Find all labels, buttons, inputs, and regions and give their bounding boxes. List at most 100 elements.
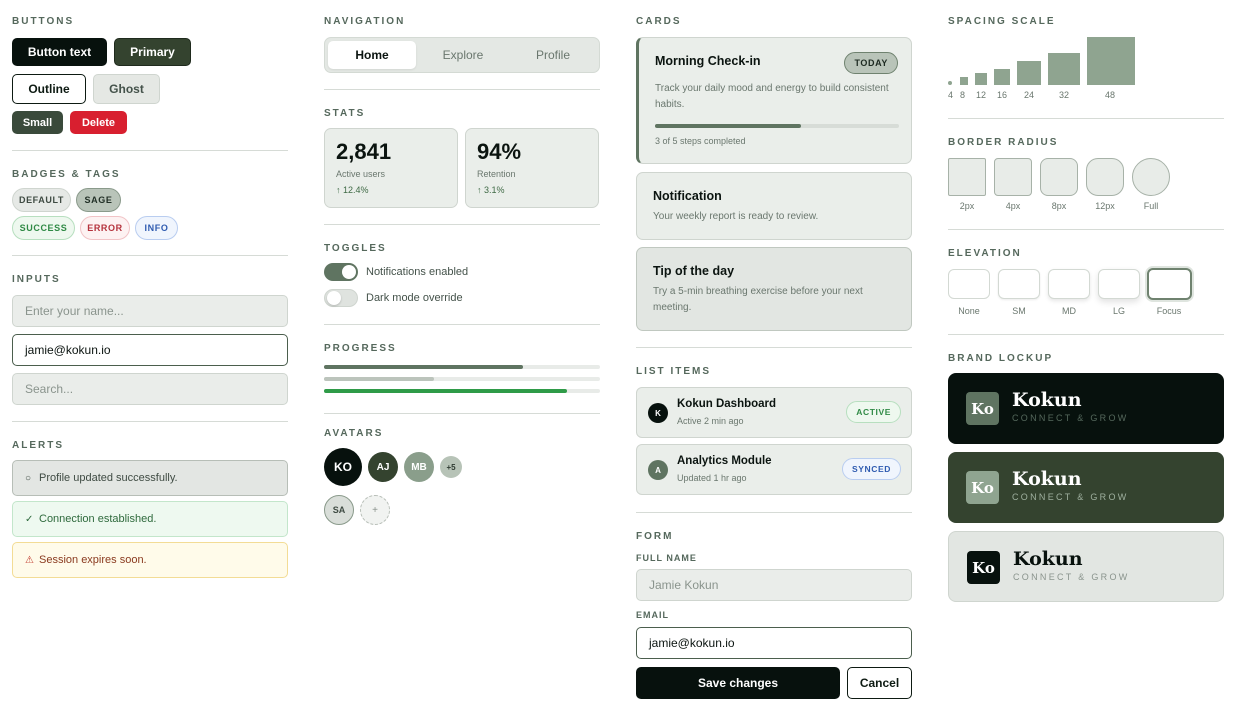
badge-sage: SAGE — [76, 188, 121, 212]
spacing-swatch — [948, 81, 952, 85]
notifications-toggle[interactable] — [324, 263, 358, 281]
avatar-overflow-count[interactable]: +5 — [440, 456, 462, 478]
brand-name: Kokun — [1012, 468, 1082, 490]
spacing-label: 4 — [948, 90, 954, 100]
brand-mark: Ko — [967, 551, 1000, 584]
list-item-title: Analytics Module — [677, 455, 772, 467]
progress-fill — [655, 124, 802, 128]
avatar[interactable]: KO — [324, 448, 362, 486]
notification-card[interactable]: Notification Your weekly report is ready… — [636, 172, 912, 240]
radius-swatch — [1040, 158, 1078, 196]
divider — [12, 421, 288, 422]
cancel-button[interactable]: Cancel — [847, 667, 912, 699]
section-title-navigation: NAVIGATION — [324, 16, 406, 27]
alert-text: Connection established. — [39, 513, 157, 525]
today-badge: TODAY — [844, 52, 898, 74]
toggle-label: Notifications enabled — [366, 266, 469, 278]
radius-swatch — [948, 158, 986, 196]
check-icon: ✓ — [25, 513, 34, 525]
radius-label: 8px — [1051, 201, 1067, 211]
email-input[interactable]: jamie@kokun.io — [12, 334, 288, 366]
divider — [636, 512, 912, 513]
spacing-swatch — [1017, 61, 1041, 85]
card-body: Your weekly report is ready to review. — [653, 211, 819, 222]
stat-label: Retention — [477, 169, 516, 179]
tip-card[interactable]: Tip of the day Try a 5-min breathing exe… — [636, 247, 912, 331]
avatar[interactable]: SA — [324, 495, 354, 525]
radius-label: 12px — [1095, 201, 1115, 211]
primary-button[interactable]: Primary — [114, 38, 191, 66]
elevation-label: SM — [1012, 306, 1026, 316]
list-item-avatar: K — [648, 403, 668, 423]
list-item-title: Kokun Dashboard — [677, 398, 777, 410]
section-title-inputs: INPUTS — [12, 274, 61, 285]
list-item-subtitle: Updated 1 hr ago — [677, 473, 747, 483]
radius-swatch — [994, 158, 1032, 196]
divider — [324, 324, 600, 325]
spacing-label: 48 — [1105, 90, 1116, 100]
elevation-swatch-focus — [1147, 268, 1192, 300]
spacing-label: 8 — [960, 90, 966, 100]
spacing-label: 16 — [997, 90, 1008, 100]
divider — [12, 150, 288, 151]
ghost-button[interactable]: Ghost — [93, 74, 160, 104]
email-label: EMAIL — [636, 610, 669, 620]
full-name-input[interactable]: Jamie Kokun — [636, 569, 912, 601]
section-title-list-items: LIST ITEMS — [636, 366, 711, 377]
tab-profile[interactable]: Profile — [509, 41, 597, 69]
elevation-swatch — [948, 269, 990, 299]
brand-tagline: CONNECT & GROW — [1012, 492, 1129, 502]
button-text-button[interactable]: Button text — [12, 38, 107, 66]
spacing-label: 32 — [1059, 90, 1070, 100]
stat-label: Active users — [336, 169, 386, 179]
spacing-label: 24 — [1024, 90, 1035, 100]
delete-button[interactable]: Delete — [70, 111, 127, 134]
divider — [324, 224, 600, 225]
add-avatar-button[interactable]: + — [360, 495, 390, 525]
section-title-form: FORM — [636, 531, 674, 542]
brand-tagline: CONNECT & GROW — [1013, 572, 1130, 582]
search-input[interactable]: Search... — [12, 373, 288, 405]
name-input[interactable]: Enter your name... — [12, 295, 288, 327]
section-title-spacing: SPACING SCALE — [948, 16, 1056, 27]
elevation-label: Focus — [1156, 306, 1182, 316]
steps-text: 3 of 5 steps completed — [655, 136, 746, 146]
outline-button[interactable]: Outline — [12, 74, 86, 104]
elevation-swatch — [1048, 269, 1090, 299]
brand-tagline: CONNECT & GROW — [1012, 413, 1129, 423]
progress-fill — [324, 365, 523, 369]
section-title-stats: STATS — [324, 108, 366, 119]
stat-card-retention: 94% Retention ↑ 3.1% — [465, 128, 599, 208]
dark-mode-toggle[interactable] — [324, 289, 358, 307]
elevation-swatch — [1098, 269, 1140, 299]
tab-home[interactable]: Home — [328, 41, 416, 69]
alert-info: ○ Profile updated successfully. — [12, 460, 288, 496]
radius-label: Full — [1143, 201, 1159, 211]
spacing-swatch — [1087, 37, 1135, 85]
stat-value: 94% — [477, 139, 522, 164]
list-item[interactable]: K Kokun Dashboard Active 2 min ago ACTIV… — [636, 387, 912, 438]
list-item[interactable]: A Analytics Module Updated 1 hr ago SYNC… — [636, 444, 912, 495]
elevation-swatch — [998, 269, 1040, 299]
card-title: Notification — [653, 189, 722, 203]
spacing-label: 12 — [976, 90, 987, 100]
tab-bar: Home Explore Profile — [324, 37, 600, 73]
elevation-label: None — [958, 306, 980, 316]
avatar[interactable]: AJ — [368, 452, 398, 482]
stat-delta: ↑ 3.1% — [477, 185, 505, 195]
form-email-input[interactable]: jamie@kokun.io — [636, 627, 912, 659]
alert-warning: ⚠ Session expires soon. — [12, 542, 288, 578]
circle-icon: ○ — [25, 472, 32, 484]
checkin-card[interactable]: Morning Check-in TODAY Track your daily … — [636, 37, 912, 164]
tab-explore[interactable]: Explore — [419, 41, 507, 69]
save-changes-button[interactable]: Save changes — [636, 667, 840, 699]
radius-label: 4px — [1005, 201, 1021, 211]
section-title-toggles: TOGGLES — [324, 243, 387, 254]
divider — [324, 413, 600, 414]
radius-label: 2px — [959, 201, 975, 211]
small-button[interactable]: Small — [12, 111, 63, 134]
avatar[interactable]: MB — [404, 452, 434, 482]
stat-card-active-users: 2,841 Active users ↑ 12.4% — [324, 128, 458, 208]
divider — [948, 118, 1224, 119]
status-badge: SYNCED — [841, 458, 901, 480]
